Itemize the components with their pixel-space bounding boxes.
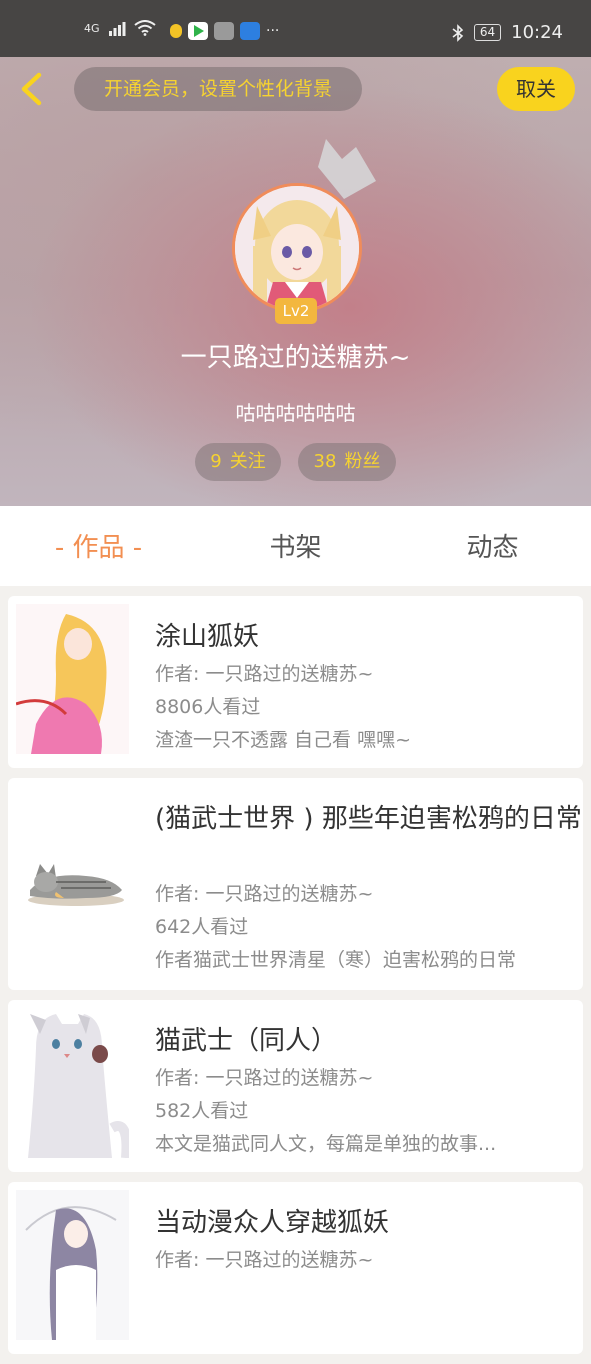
user-nickname: 一只路过的送糖苏~ [180,343,411,373]
user-signature: 咕咕咕咕咕咕 [235,401,356,425]
work-cover [16,1008,129,1158]
profile-tabs: - 作品 - 书架 动态 [0,506,591,586]
battery-indicator: 64 [473,24,502,41]
network-type: 4G [84,21,100,35]
tab-activity[interactable]: 动态 [394,506,591,586]
work-title: 涂山狐妖 [155,622,260,652]
status-right: 64 10:24 [452,22,563,43]
work-author: 作者: 一只路过的送糖苏~ [155,1067,374,1089]
following-count: 9 [210,451,222,472]
cover-cat-image [16,806,129,956]
notification-icons: ··· [170,22,279,40]
work-author: 作者: 一只路过的送糖苏~ [155,883,374,905]
chevron-left-icon [21,72,42,106]
more-notifications: ··· [266,23,280,39]
work-cover [16,604,129,754]
clock: 10:24 [511,22,563,43]
avatar-image [235,186,359,310]
fans-label: 粉丝 [344,451,381,472]
cover-white-cat-image [16,1008,129,1158]
vip-background-prompt[interactable]: 开通会员，设置个性化背景 [74,67,362,111]
work-cover [16,806,129,956]
blue-app-icon [240,22,260,40]
avatar[interactable] [232,183,362,313]
work-description: 渣渣一只不透露 自己看 嘿嘿~ [155,729,411,751]
work-author: 作者: 一只路过的送糖苏~ [155,663,374,685]
work-cover [16,1190,129,1340]
profile-header: 开通会员，设置个性化背景 取关 Lv2 一只路过的送糖苏~ 咕咕咕咕咕咕 9 关… [0,57,591,506]
work-description: 本文是猫武同人文，每篇是单独的故事... [155,1133,497,1155]
status-bar: 4G ··· 64 10:24 [0,0,591,57]
following-label: 关注 [229,451,266,472]
work-title: 当动漫众人穿越狐妖 [155,1208,390,1238]
wifi-icon [133,20,156,36]
gray-app-icon [214,22,234,40]
signal-group: 4G [84,20,156,36]
work-card[interactable]: 涂山狐妖 作者: 一只路过的送糖苏~ 8806人看过 渣渣一只不透露 自己看 嘿… [8,596,583,768]
unfollow-button[interactable]: 取关 [497,67,575,111]
bulb-app-icon [170,24,182,38]
back-button[interactable] [14,69,54,109]
work-title: 猫武士（同人） [155,1026,338,1056]
signal-icon [108,22,126,36]
bluetooth-icon [452,23,464,42]
cover-fox-girl-image [16,604,129,754]
work-views: 8806人看过 [155,696,261,718]
work-card[interactable]: 当动漫众人穿越狐妖 作者: 一只路过的送糖苏~ [8,1182,583,1354]
fans-stat[interactable]: 38 粉丝 [298,443,396,481]
tab-bookshelf[interactable]: 书架 [197,506,394,586]
following-stat[interactable]: 9 关注 [195,443,281,481]
work-card[interactable]: 猫武士（同人） 作者: 一只路过的送糖苏~ 582人看过 本文是猫武同人文，每篇… [8,1000,583,1172]
work-description: 作者猫武士世界清星（寒）迫害松鸦的日常 [155,949,517,971]
work-author: 作者: 一只路过的送糖苏~ [155,1249,374,1271]
cover-umbrella-girl-image [16,1190,129,1340]
work-title: (猫武士世界 ) 那些年迫害松鸦的日常 [155,804,582,834]
work-views: 642人看过 [155,916,249,938]
work-views: 582人看过 [155,1100,249,1122]
fans-count: 38 [313,451,337,472]
play-app-icon [188,22,208,40]
level-badge: Lv2 [275,298,317,324]
tab-works[interactable]: - 作品 - [0,506,197,586]
works-list: 涂山狐妖 作者: 一只路过的送糖苏~ 8806人看过 渣渣一只不透露 自己看 嘿… [8,596,583,1364]
work-card[interactable]: (猫武士世界 ) 那些年迫害松鸦的日常 作者: 一只路过的送糖苏~ 642人看过… [8,778,583,990]
